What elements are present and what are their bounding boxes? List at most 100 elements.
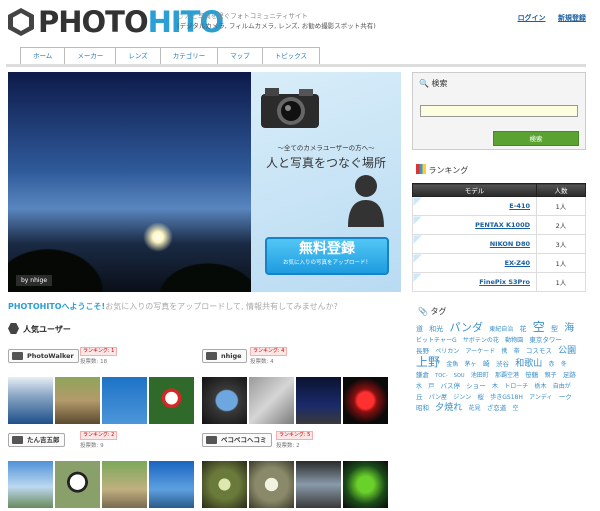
column-count: 人数	[536, 183, 586, 197]
tag-link[interactable]: 携	[501, 348, 507, 355]
tag-link[interactable]: ジンン	[453, 394, 471, 401]
tag-link[interactable]: 空	[512, 405, 518, 412]
photo-thumbnail[interactable]	[343, 461, 388, 508]
tag-link[interactable]: 花	[520, 325, 527, 333]
tag-link[interactable]: バス停	[441, 382, 461, 390]
tab-topics[interactable]: トピックス	[261, 47, 320, 64]
model-link[interactable]: NIKON D80	[412, 234, 537, 254]
tag-link[interactable]: 金魚	[446, 361, 458, 368]
tag-link[interactable]: アンディ	[529, 394, 552, 401]
logo-part1: PHOTO	[38, 5, 149, 39]
tab-lens[interactable]: レンズ	[115, 47, 160, 64]
photo-thumbnail[interactable]	[8, 461, 53, 508]
photo-thumbnail[interactable]	[149, 461, 194, 508]
photo-thumbnail[interactable]	[55, 461, 100, 508]
featured-photo[interactable]: by nhige	[8, 72, 251, 292]
photo-thumbnail[interactable]	[149, 377, 194, 424]
tag-link[interactable]: 親子	[545, 372, 557, 379]
tag-link[interactable]: 水	[416, 383, 422, 390]
model-link[interactable]: EX-Z40	[412, 253, 537, 273]
tag-link[interactable]: 花見	[468, 405, 480, 412]
photo-thumbnail[interactable]	[202, 461, 247, 508]
tab-maker[interactable]: メーカー	[64, 47, 116, 64]
tag-link[interactable]: サボテンの花	[463, 337, 499, 344]
tag-link[interactable]: 丘	[416, 393, 423, 401]
photo-thumbnail[interactable]	[296, 461, 341, 508]
tab-category[interactable]: カテゴリー	[159, 47, 218, 64]
tag-link[interactable]: 帯	[514, 348, 520, 355]
tag-link[interactable]: パンダ	[449, 321, 483, 334]
tag-link[interactable]: ざ恋道	[487, 404, 507, 412]
tab-home[interactable]: ホーム	[20, 47, 65, 64]
tag-link[interactable]: SOU	[454, 373, 465, 379]
user-name-button[interactable]: PhotoWalker	[8, 349, 79, 363]
tag-link[interactable]: パン屋	[429, 394, 447, 401]
model-link[interactable]: FinePix S3Pro	[412, 272, 537, 292]
search-button[interactable]: 検索	[493, 131, 579, 146]
tag-link[interactable]: TOC-	[435, 373, 447, 379]
tag-link[interactable]: 茅ヶ	[465, 361, 477, 368]
photo-thumbnail[interactable]	[343, 377, 388, 424]
tag-link[interactable]: 空	[533, 320, 545, 334]
tag-link[interactable]: 足跡	[563, 371, 576, 379]
tag-link[interactable]: コスモス	[526, 347, 552, 355]
register-link[interactable]: 新規登録	[558, 14, 586, 22]
tag-link[interactable]: 赤	[548, 361, 554, 368]
photo-thumbnail[interactable]	[102, 461, 147, 508]
tag-link[interactable]: 長野	[416, 347, 429, 355]
user-name: ベコベコヘコミ	[221, 436, 267, 444]
tag-link[interactable]: 渋谷	[496, 360, 509, 368]
main-nav: ホーム メーカー レンズ カテゴリー マップ トピックス	[20, 47, 320, 64]
table-row: EX-Z40 1人	[412, 253, 586, 273]
free-register-button[interactable]: 無料登録 お気に入りの写真をアップロード！	[265, 237, 389, 275]
tag-link[interactable]: 戸	[428, 383, 434, 390]
tag-link[interactable]: 那覇空港	[495, 372, 519, 379]
search-input[interactable]	[420, 105, 578, 117]
model-link[interactable]: E-410	[412, 196, 537, 216]
photo-thumbnail[interactable]	[296, 377, 341, 424]
photo-thumbnail[interactable]	[8, 377, 53, 424]
tag-link[interactable]: 道	[416, 325, 423, 333]
tag-link[interactable]: 東紀自治	[489, 326, 513, 333]
search-panel: 🔍 検索 検索	[412, 72, 586, 150]
photo-thumbnail[interactable]	[55, 377, 100, 424]
tag-link[interactable]: 夕焼れ	[435, 403, 462, 413]
tag-link[interactable]: 公園	[558, 346, 576, 356]
tag-link[interactable]: 歩きGS18H	[490, 394, 523, 401]
tag-link[interactable]: 和歌山	[515, 359, 542, 369]
user-name-button[interactable]: nhige	[202, 349, 247, 363]
user-name-button[interactable]: ベコベコヘコミ	[202, 433, 272, 447]
tag-link[interactable]: 木	[492, 383, 498, 390]
tag-link[interactable]: ペリカン	[435, 348, 459, 355]
tag-link[interactable]: 東京タワー	[529, 336, 562, 344]
tag-link[interactable]: 笹鶴	[525, 371, 538, 379]
tag-link[interactable]: 桜	[478, 393, 485, 401]
tag-link[interactable]: ーク	[559, 393, 572, 401]
model-link[interactable]: PENTAX K100D	[412, 215, 537, 235]
tag-link[interactable]: アーケード	[465, 348, 495, 355]
tag-link[interactable]: トローチ	[504, 383, 528, 390]
tag-link[interactable]: 池田町	[471, 372, 489, 379]
photo-thumbnail[interactable]	[202, 377, 247, 424]
tag-link[interactable]: 栃木	[534, 383, 546, 390]
user-name-button[interactable]: たん吉五郎	[8, 433, 65, 447]
tag-link[interactable]: ビットチャーG	[416, 337, 457, 344]
tag-link[interactable]: 上野	[416, 355, 440, 369]
logo-hexagon-icon[interactable]	[6, 7, 36, 37]
tag-link[interactable]: 型	[551, 325, 558, 333]
photo-thumbnail[interactable]	[249, 461, 294, 508]
login-link[interactable]: ログイン	[518, 14, 546, 22]
tag-link[interactable]: 和光	[429, 325, 443, 333]
tag-link[interactable]: 昭和	[416, 404, 429, 412]
tag-link[interactable]: 自由が	[553, 383, 571, 390]
tag-link[interactable]: 動物園	[505, 337, 523, 344]
tag-link[interactable]: 海	[564, 323, 574, 334]
photo-thumbnail[interactable]	[102, 377, 147, 424]
tag-link[interactable]: 崎	[483, 360, 490, 368]
tab-map[interactable]: マップ	[217, 47, 262, 64]
photo-thumbnail[interactable]	[249, 377, 294, 424]
tag-link[interactable]: ショー	[466, 382, 486, 390]
tag-cloud: 道 和光 パンダ 東紀自治 花 空 型 海 ビットチャーG サボテンの花 動物園…	[416, 320, 584, 414]
tag-link[interactable]: 冬	[561, 361, 567, 368]
tag-link[interactable]: 鎌倉	[416, 371, 429, 379]
